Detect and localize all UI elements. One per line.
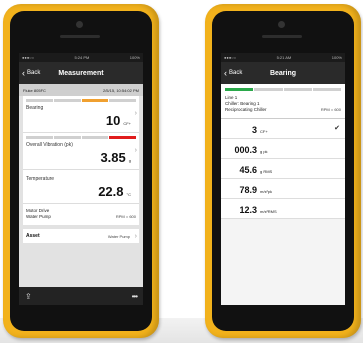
measurement-overall-vibration[interactable]: Overall Vibration (pk) 3.85 g › xyxy=(23,133,139,170)
measurement-card: Bearing 10 CF+ › Overall Vibration (pk) xyxy=(23,96,139,225)
page-title: Bearing xyxy=(269,69,297,77)
rpm-value: RPM = 600 xyxy=(115,214,136,219)
checkmark-icon: ✔ xyxy=(334,125,340,132)
unit-label: m/s²pk xyxy=(260,189,272,194)
asset-row[interactable]: Asset Water Pump › xyxy=(23,229,139,243)
more-icon[interactable]: ••• xyxy=(132,292,138,301)
signal-indicator: ●●●○○ xyxy=(224,55,237,60)
unit-value: 78.9 xyxy=(239,185,257,195)
severity-segment xyxy=(81,136,109,139)
unit-label: CF+ xyxy=(260,129,268,134)
phone-case-left: ●●●○○ 5:24 PM 100% ‹ Back Measurement Fl… xyxy=(3,4,159,338)
measurement-value: 3.85 xyxy=(100,150,126,165)
nav-bar: ‹ Back Measurement xyxy=(19,62,143,84)
measurement-label: Temperature xyxy=(26,176,55,182)
chevron-right-icon: › xyxy=(134,110,137,117)
unit-option[interactable]: 78.9 m/s²pk xyxy=(221,179,345,199)
status-bar: ●●●○○ 5:24 PM 100% xyxy=(19,53,143,62)
unit-value: 000.3 xyxy=(234,145,257,155)
share-icon[interactable]: ⇪ xyxy=(25,292,32,301)
chevron-left-icon: ‹ xyxy=(224,67,227,78)
measurement-unit: °C xyxy=(126,192,132,197)
severity-bar xyxy=(221,84,345,91)
chevron-left-icon: ‹ xyxy=(22,67,25,78)
speaker xyxy=(60,35,100,38)
back-label: Back xyxy=(229,70,243,76)
screen-right: ●●●○○ 5:21 AM 100% ‹ Back Bearing Line 1… xyxy=(221,53,345,305)
asset-header: Line 1 Chiller: Bearing 1 Reciprocating … xyxy=(221,91,345,119)
severity-segment xyxy=(26,99,53,102)
unit-option[interactable]: 45.6 g RMS xyxy=(221,159,345,179)
unit-list: 3 CF+ ✔ 000.3 g pk 45.6 g RMS 78.9 m/s²p… xyxy=(221,119,345,219)
device-name: Fluke 805FC xyxy=(23,87,46,93)
measurement-label: Bearing xyxy=(26,105,44,111)
measurement-unit: CF+ xyxy=(123,121,131,126)
unit-value: 12.3 xyxy=(239,205,257,215)
severity-segment xyxy=(26,136,53,139)
severity-segment xyxy=(109,136,136,139)
camera xyxy=(278,21,285,28)
nav-bar: ‹ Back Bearing xyxy=(221,62,345,84)
back-button[interactable]: ‹ Back xyxy=(224,62,242,84)
measurement-value: 10 xyxy=(105,113,121,128)
unit-option[interactable]: 000.3 g pk xyxy=(221,139,345,159)
phone-right: ●●●○○ 5:21 AM 100% ‹ Back Bearing Line 1… xyxy=(212,11,354,331)
asset-label: Asset xyxy=(26,233,40,239)
device-datetime: 2/5/15, 10:54:02 PM xyxy=(102,87,139,93)
page-title: Measurement xyxy=(58,69,104,77)
location-info: Motor Drive Water Pump RPM = 600 xyxy=(23,204,139,225)
measurement-label: Overall Vibration (pk) xyxy=(26,142,73,148)
severity-segment xyxy=(81,99,109,102)
speaker xyxy=(262,35,302,38)
measurement-value: 22.8 xyxy=(98,184,124,199)
severity-bar xyxy=(23,133,139,139)
asset-value: Water Pump xyxy=(107,233,130,239)
unit-label: m/s²RMS xyxy=(260,209,277,214)
severity-segment xyxy=(109,99,136,102)
severity-segment xyxy=(53,99,81,102)
unit-value: 45.6 xyxy=(239,165,257,175)
measurement-bearing[interactable]: Bearing 10 CF+ › xyxy=(23,96,139,133)
chevron-right-icon: › xyxy=(134,232,137,240)
unit-value: 3 xyxy=(251,125,257,135)
measurement-unit: g xyxy=(128,158,131,163)
unit-label: g RMS xyxy=(260,169,273,174)
rpm-value: RPM = 600 xyxy=(320,107,341,112)
back-label: Back xyxy=(27,70,41,76)
status-bar: ●●●○○ 5:21 AM 100% xyxy=(221,53,345,62)
status-time: 5:21 AM xyxy=(276,55,292,60)
battery-indicator: 100% xyxy=(129,55,140,60)
bottom-toolbar: ⇪ ••• xyxy=(19,287,143,305)
back-button[interactable]: ‹ Back xyxy=(22,62,40,84)
severity-segment xyxy=(53,136,81,139)
battery-indicator: 100% xyxy=(331,55,342,60)
unit-option[interactable]: 3 CF+ ✔ xyxy=(221,119,345,139)
camera xyxy=(76,21,83,28)
measurement-temperature[interactable]: Temperature 22.8 °C xyxy=(23,170,139,204)
device-header: Fluke 805FC 2/5/15, 10:54:02 PM xyxy=(19,84,143,96)
phone-left: ●●●○○ 5:24 PM 100% ‹ Back Measurement Fl… xyxy=(10,11,152,331)
status-time: 5:24 PM xyxy=(74,55,90,60)
unit-label: g pk xyxy=(260,149,268,154)
unit-option[interactable]: 12.3 m/s²RMS xyxy=(221,199,345,219)
phone-case-right: ●●●○○ 5:21 AM 100% ‹ Back Bearing Line 1… xyxy=(205,4,361,338)
screen-left: ●●●○○ 5:24 PM 100% ‹ Back Measurement Fl… xyxy=(19,53,143,305)
chevron-right-icon: › xyxy=(134,147,137,154)
severity-bar xyxy=(23,96,139,102)
signal-indicator: ●●●○○ xyxy=(22,55,35,60)
